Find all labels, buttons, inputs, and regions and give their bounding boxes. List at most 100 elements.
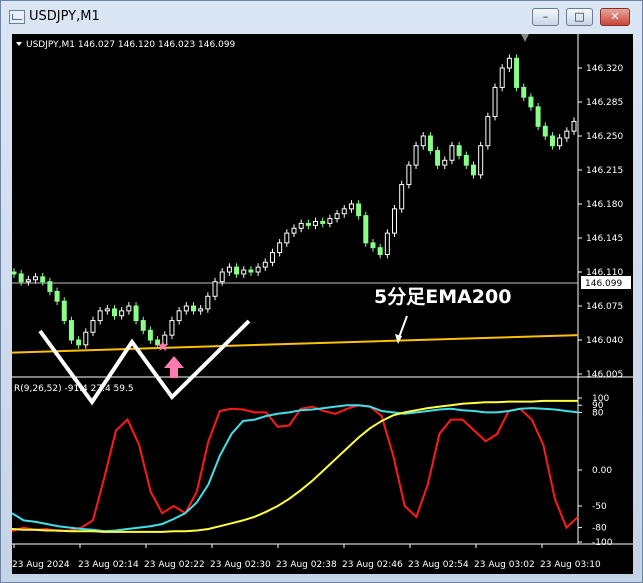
indicator-tick-label: 80 — [592, 408, 604, 418]
candle-body — [442, 159, 448, 166]
candle-body — [33, 276, 39, 281]
candle-body — [305, 222, 311, 226]
price-tick-label: 146.005 — [586, 370, 623, 380]
candle-body — [377, 247, 383, 256]
pink-star-marker: ★ — [156, 337, 169, 355]
candle-body — [384, 232, 390, 256]
price-tick-label: 146.285 — [586, 98, 623, 108]
indicator-tick-label: -100 — [592, 538, 613, 548]
candle-body — [97, 310, 103, 322]
candle-body — [176, 310, 182, 322]
candle-body — [470, 164, 476, 176]
candle-body — [140, 320, 146, 331]
candle-body — [535, 106, 541, 127]
candle-body — [104, 308, 110, 312]
candle-body — [119, 310, 125, 317]
candle-body — [241, 269, 247, 275]
maximize-icon: □ — [574, 10, 585, 23]
candle-body — [47, 281, 53, 292]
indicator-tick-label: -80 — [592, 524, 607, 534]
candle-body — [506, 57, 512, 69]
indicator-label: R(9,26,52) -91.4 27.4 59.5 — [14, 384, 134, 394]
candle-body — [564, 130, 570, 139]
candle-body — [399, 184, 405, 210]
candle-body — [320, 220, 326, 224]
candle-body — [521, 86, 527, 98]
candle-body — [557, 137, 563, 147]
candle-body — [205, 295, 211, 310]
candle-body — [68, 320, 74, 341]
candle-body — [54, 290, 60, 302]
candle-body — [528, 96, 534, 108]
candle-body — [298, 222, 304, 229]
price-tick-label: 146.215 — [586, 166, 623, 176]
candle-body — [363, 215, 369, 244]
candle-body — [463, 154, 469, 166]
ema-annotation: 5分足EMA200 — [374, 286, 511, 308]
candle-body — [147, 329, 153, 341]
candle-body — [449, 145, 455, 161]
current-price: 146.099 — [585, 279, 622, 289]
close-icon: ✕ — [610, 10, 620, 23]
candle-body — [420, 135, 426, 147]
candle-body — [112, 308, 118, 317]
minimize-icon: – — [542, 10, 549, 23]
candle-body — [198, 308, 204, 312]
candle-body — [255, 266, 261, 273]
chart-window-icon — [9, 10, 25, 24]
chart-svg[interactable]: 146.320 146.285 146.250 146.215 146.180 146.1… — [11, 34, 633, 574]
time-tick-label: 23 Aug 02:38 — [276, 560, 337, 570]
time-tick-label: 23 Aug 02:54 — [408, 560, 469, 570]
candle-body — [514, 57, 520, 88]
candle-body — [169, 320, 175, 336]
candle-body — [370, 242, 376, 249]
candle-body — [277, 242, 283, 254]
candle-body — [133, 305, 139, 322]
price-tick-label: 146.075 — [586, 302, 623, 312]
candle-body — [327, 218, 333, 224]
candle-body — [348, 203, 354, 210]
title-bar[interactable]: USDJPY,M1 – □ ✕ — [1, 1, 642, 33]
candle-body — [478, 145, 484, 176]
candle-body — [341, 208, 347, 215]
candle-body — [219, 271, 225, 283]
candle-body — [126, 305, 132, 312]
candle-body — [234, 266, 240, 275]
indicator-tick-label: 0.00 — [592, 466, 612, 476]
close-button[interactable]: ✕ — [600, 8, 630, 26]
candle-body — [269, 252, 275, 263]
candle-body — [40, 276, 46, 283]
window-title: USDJPY,M1 — [29, 9, 100, 24]
candle-body — [549, 135, 555, 147]
candle-body — [334, 213, 340, 220]
candle-body — [248, 269, 254, 273]
minimize-button[interactable]: – — [532, 8, 559, 26]
candle-body — [284, 232, 290, 244]
maximize-button[interactable]: □ — [566, 8, 593, 26]
time-tick-label: 23 Aug 2024 — [12, 560, 70, 570]
candle-body — [11, 271, 17, 275]
time-tick-label: 23 Aug 02:14 — [78, 560, 139, 570]
price-tick-label: 146.180 — [586, 200, 623, 210]
candle-body — [413, 145, 419, 166]
candle-body — [492, 86, 498, 118]
candle-body — [61, 300, 67, 322]
candle-body — [76, 339, 82, 346]
time-tick-label: 23 Aug 03:10 — [540, 560, 601, 570]
candle-body — [25, 279, 31, 283]
price-tick-label: 146.145 — [586, 234, 623, 244]
candle-body — [313, 220, 319, 226]
time-tick-label: 23 Aug 02:30 — [210, 560, 271, 570]
candle-body — [571, 120, 577, 132]
candle-body — [406, 164, 412, 186]
chart-area[interactable]: 146.320 146.285 146.250 146.215 146.180 146.1… — [11, 34, 633, 574]
candle-body — [456, 145, 462, 156]
candle-body — [183, 305, 189, 312]
chart-window: USDJPY,M1 – □ ✕ 146.320 146.285 146.250 146… — [0, 0, 643, 583]
candle-body — [291, 227, 297, 234]
price-tick-label: 146.320 — [586, 64, 623, 74]
candle-body — [427, 135, 433, 152]
indicator-tick-label: -50 — [592, 502, 607, 512]
candle-body — [392, 208, 398, 234]
candle-body — [18, 273, 24, 283]
